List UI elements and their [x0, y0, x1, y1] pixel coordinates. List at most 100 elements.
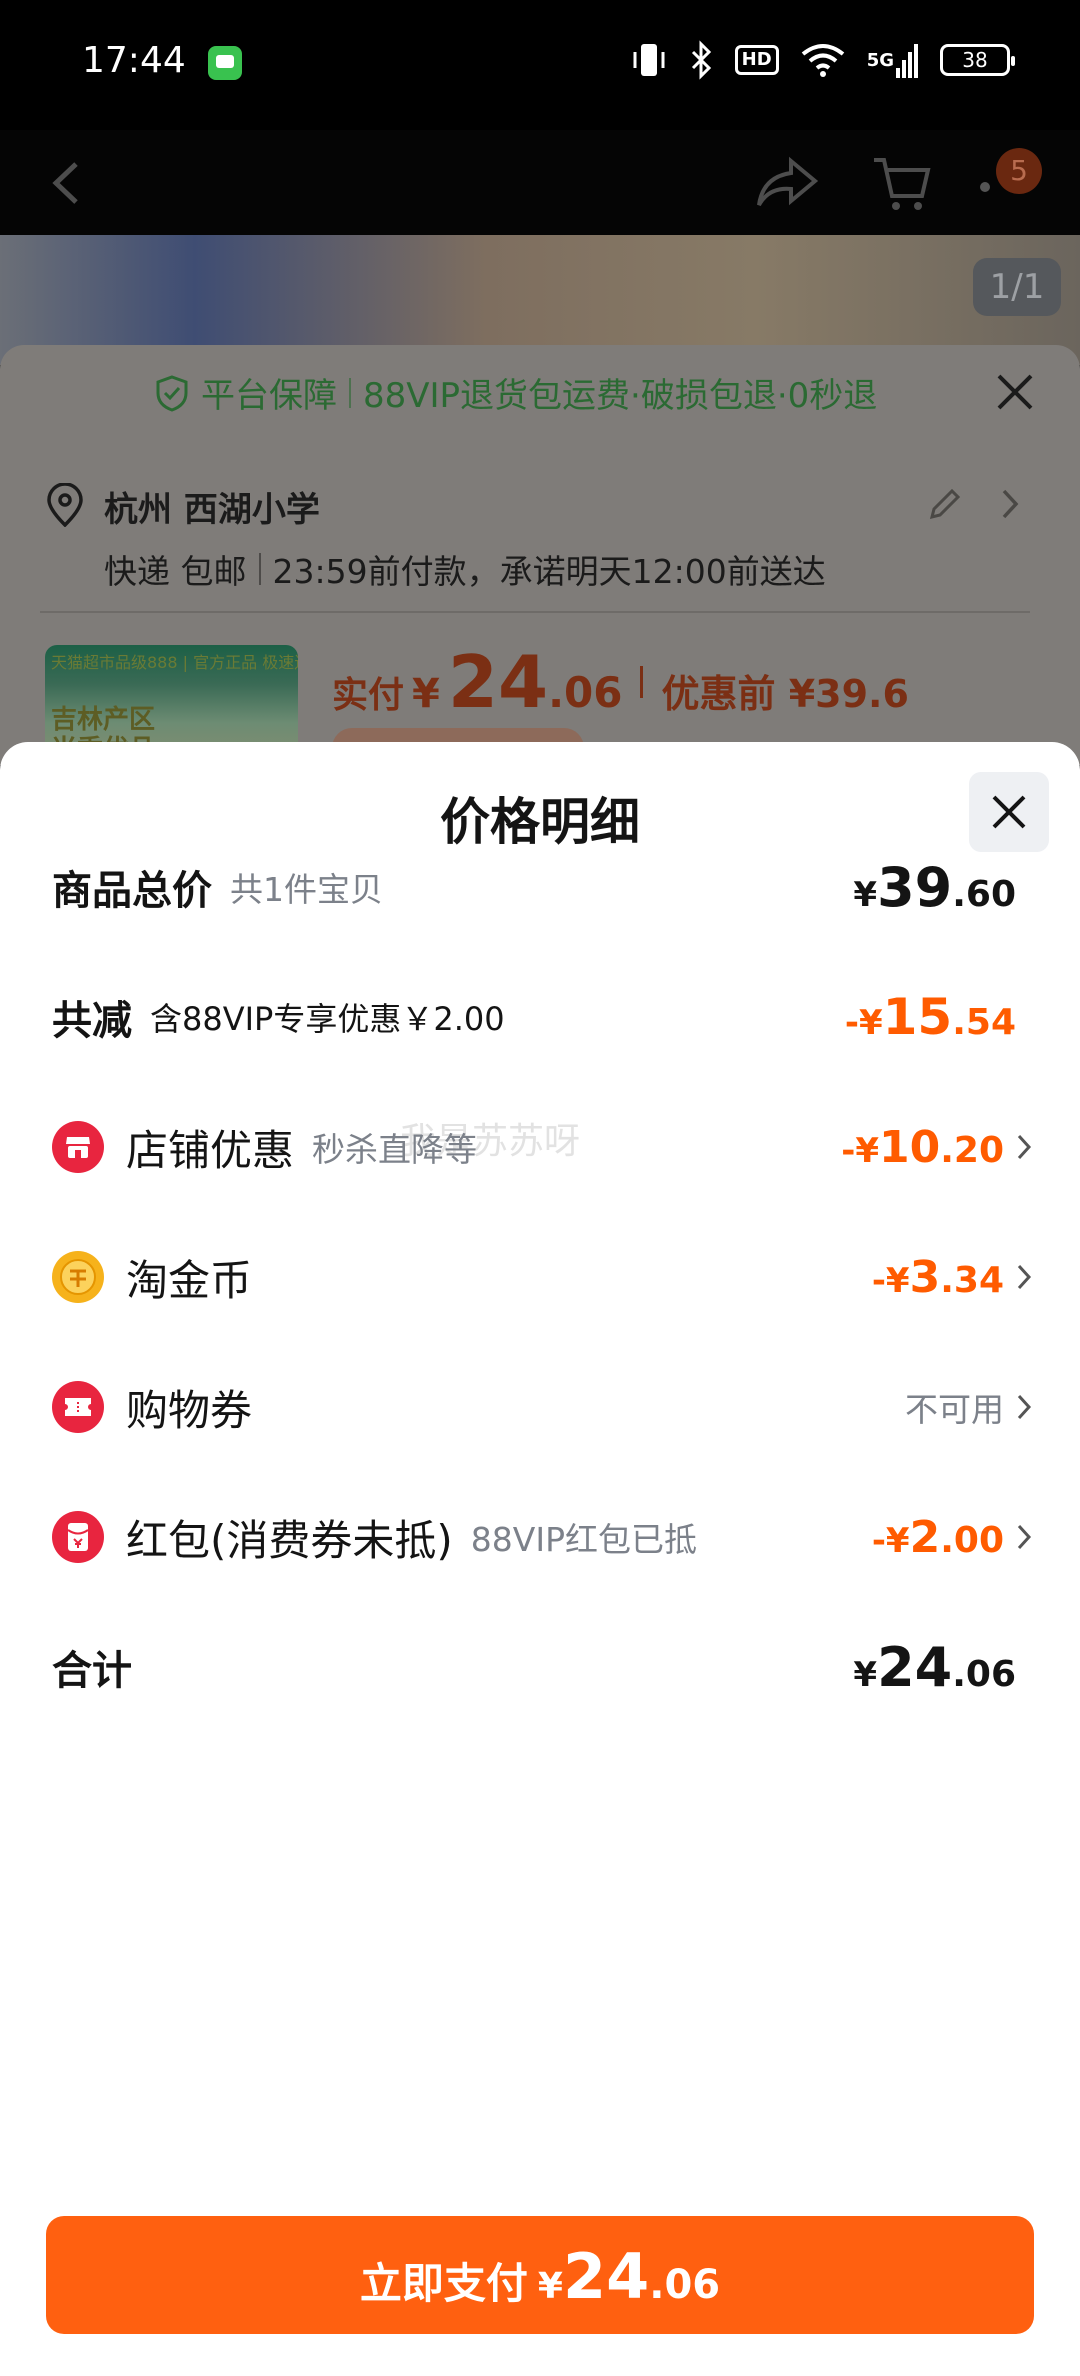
amount-decimal: .60: [952, 873, 1016, 915]
divider: [640, 666, 644, 698]
pay-button-label: 立即支付: [359, 2259, 528, 2308]
guarantee-detail: 88VIP退货包运费·破损包退·0秒退: [363, 376, 878, 416]
chevron-right-icon: [1016, 1263, 1038, 1291]
sheet-title: 价格明细: [440, 793, 640, 851]
close-button[interactable]: [969, 772, 1049, 852]
row-label: 购物券: [126, 1385, 253, 1435]
row-label: 店铺优惠: [126, 1125, 295, 1175]
close-icon: [992, 795, 1026, 829]
currency-symbol: ¥: [412, 671, 440, 717]
paid-amount-decimal: .06: [548, 668, 623, 717]
cart-icon[interactable]: [870, 152, 934, 220]
divider: [40, 611, 1030, 613]
before-discount-price: 优惠前 ¥39.6: [661, 672, 909, 716]
guarantee-label: 平台保障: [201, 376, 337, 416]
thumbnail-banner-text: 天猫超市品级888 | 官方正品 极速送达: [51, 653, 298, 672]
shipping-method: 快递 包邮: [104, 552, 247, 591]
shield-check-icon: [156, 374, 188, 412]
amount-integer: 2: [909, 1511, 941, 1563]
cart-count-badge: 5: [996, 148, 1042, 194]
delivery-promise: 23:59前付款，承诺明天12:00前送达: [272, 552, 826, 591]
row-amount: -¥ 15 .54: [845, 988, 1016, 1046]
amount-decimal: .06: [952, 1653, 1016, 1695]
amount-integer: 24: [877, 1635, 953, 1699]
edit-icon[interactable]: [926, 485, 964, 527]
row-label: 红包(消费券未抵): [126, 1515, 453, 1565]
row-item-total: 商品总价 共1件宝贝 ¥ 39 .60: [0, 847, 1080, 927]
chevron-right-icon[interactable]: [1000, 488, 1020, 524]
status-icons: HD 5G 38: [631, 40, 1015, 80]
row-sub: 共1件宝贝: [230, 870, 383, 909]
pay-amount-integer: 24: [562, 2240, 650, 2313]
chevron-right-icon: [1016, 1523, 1038, 1551]
divider: [258, 553, 261, 585]
address-title[interactable]: 杭州 西湖小学: [104, 482, 320, 531]
store-icon: [52, 1121, 104, 1173]
currency-symbol: -¥: [841, 1130, 879, 1171]
share-icon[interactable]: [755, 155, 819, 215]
row-label: 共减: [52, 998, 132, 1044]
currency-symbol: ¥: [853, 1654, 878, 1695]
wifi-icon: [801, 40, 845, 80]
status-time: 17:44: [82, 40, 186, 81]
row-label: 淘金币: [126, 1255, 253, 1305]
chevron-right-icon: [1016, 1133, 1038, 1161]
row-amount: -¥ 2 .00: [872, 1512, 1004, 1563]
coin-icon: [52, 1251, 104, 1303]
close-icon[interactable]: [995, 372, 1035, 416]
currency-symbol: -¥: [871, 1520, 910, 1561]
vibrate-icon: [631, 40, 667, 80]
amount-integer: 3: [909, 1251, 941, 1303]
row-amount: ¥ 39 .60: [853, 856, 1016, 919]
row-total-discount: 共减 含88VIP专享优惠￥2.00 -¥ 15 .54: [0, 977, 1080, 1057]
row-sub: 秒杀直降等: [312, 1130, 478, 1169]
amount-decimal: .54: [952, 1002, 1016, 1043]
amount-decimal: .00: [940, 1519, 1004, 1561]
row-taojinbi[interactable]: 淘金币 -¥ 3 .34: [0, 1237, 1080, 1317]
row-sub: 含88VIP专享优惠￥2.00: [150, 1000, 505, 1038]
currency-symbol: -¥: [844, 1003, 883, 1043]
signal-icon: 5G: [867, 40, 918, 80]
pay-amount-decimal: .06: [649, 2262, 721, 2308]
hd-icon: HD: [734, 45, 779, 75]
price-detail-sheet: 价格明细 商品总价 共1件宝贝 ¥ 39 .60 共减 含88VIP专享优惠￥2…: [0, 742, 1080, 2376]
platform-guarantee[interactable]: 平台保障 88VIP退货包运费·破损包退·0秒退: [155, 368, 877, 417]
amount-decimal: .34: [940, 1259, 1004, 1301]
row-sub: 88VIP红包已抵: [470, 1520, 697, 1559]
status-bar: 17:44 HD 5G 38: [0, 0, 1080, 130]
amount-decimal: .20: [940, 1129, 1004, 1171]
top-nav-bar: 5: [0, 130, 1080, 235]
paid-price-summary: 实付 ¥ 24 .06 优惠前 ¥39.6: [332, 640, 909, 724]
delivery-info: 快递 包邮 23:59前付款，承诺明天12:00前送达: [104, 545, 826, 593]
row-red-packet[interactable]: 红包(消费券未抵) 88VIP红包已抵 -¥ 2 .00: [0, 1497, 1080, 1577]
paid-amount-integer: 24: [447, 640, 549, 724]
bluetooth-icon: [689, 40, 713, 80]
divider: [349, 377, 351, 408]
message-app-icon: [208, 46, 242, 80]
voucher-icon: [52, 1381, 104, 1433]
row-label: 商品总价: [52, 868, 212, 914]
row-amount: -¥ 3 .34: [872, 1252, 1004, 1303]
battery-indicator: 38: [940, 44, 1015, 76]
location-pin-icon: [45, 482, 85, 531]
row-grand-total: 合计 ¥ 24 .06: [0, 1627, 1080, 1707]
row-shopping-voucher[interactable]: 购物券 不可用: [0, 1367, 1080, 1447]
chevron-right-icon: [1016, 1393, 1038, 1421]
currency-symbol: -¥: [871, 1260, 910, 1301]
currency-symbol: ¥: [537, 2266, 563, 2307]
row-label: 合计: [52, 1648, 132, 1694]
image-counter: 1/1: [973, 258, 1061, 316]
row-status: 不可用: [905, 1390, 1004, 1429]
amount-integer: 39: [877, 855, 953, 919]
back-arrow-icon[interactable]: [50, 160, 80, 210]
network-type: 5G: [866, 49, 894, 71]
more-dot-icon[interactable]: [980, 182, 990, 192]
red-packet-icon: [52, 1511, 104, 1563]
currency-symbol: ¥: [853, 874, 878, 915]
pay-now-button[interactable]: 立即支付 ¥ 24 .06: [46, 2216, 1034, 2334]
amount-integer: 10: [878, 1121, 941, 1173]
amount-integer: 15: [882, 988, 953, 1046]
row-store-discount[interactable]: 店铺优惠 秒杀直降等 -¥ 10 .20: [0, 1107, 1080, 1187]
row-amount: ¥ 24 .06: [853, 1636, 1016, 1699]
row-amount: -¥ 10 .20: [841, 1122, 1004, 1173]
